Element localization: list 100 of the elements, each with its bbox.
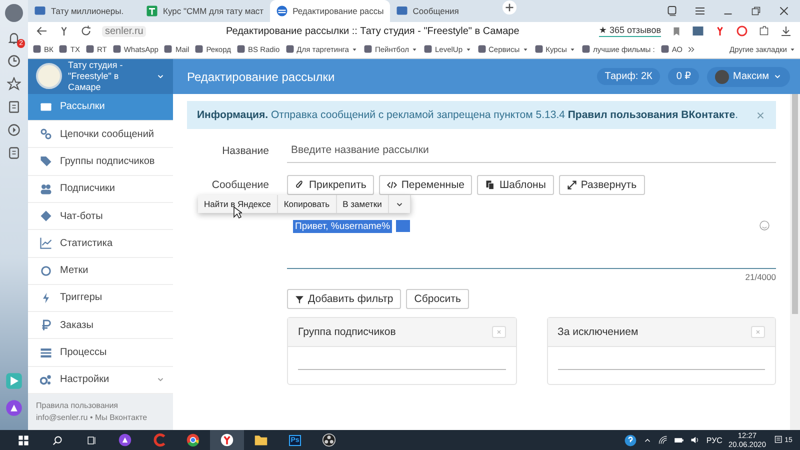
search-icon	[52, 434, 62, 446]
assistant-icon	[118, 433, 132, 447]
copy-icon	[485, 180, 496, 190]
expand-icon	[566, 180, 577, 190]
battery-icon[interactable]	[674, 435, 684, 445]
bookmark-favicon-icon	[194, 44, 204, 54]
language-indicator[interactable]: РУС	[706, 436, 722, 444]
toolbar-button[interactable]: Шаблоны	[477, 175, 554, 195]
browser-tab[interactable]: Редактирование рассы	[270, 0, 390, 22]
bookmark-favicon-icon	[112, 44, 122, 54]
browser-icon	[220, 433, 234, 447]
field-label: Сообщение	[210, 179, 269, 191]
separator: •	[90, 413, 93, 422]
filter-button[interactable]: Добавить фильтр	[287, 289, 402, 309]
dropdown-icon	[410, 46, 418, 52]
browser-tab[interactable]: Курс "СММ для тату маст	[140, 0, 270, 22]
scrollbar[interactable]	[790, 94, 800, 430]
collections-icon[interactable]	[666, 5, 678, 17]
download-icon[interactable]	[780, 25, 792, 37]
bookmark-icon[interactable]	[671, 26, 682, 36]
reviews-link[interactable]: ★ 365 отзывов	[598, 25, 661, 37]
bookmark-favicon-icon	[422, 44, 433, 54]
circle-icon	[40, 264, 52, 277]
extension-icon[interactable]	[714, 25, 726, 37]
panel-title: Группа подписчиков	[298, 326, 396, 338]
dropdown-icon	[789, 46, 796, 52]
dropdown-icon	[568, 46, 576, 52]
toolbar-button[interactable]: Переменные	[379, 175, 472, 195]
cleaner-icon	[152, 433, 166, 447]
network-icon[interactable]	[658, 435, 668, 445]
line-chart-icon	[40, 237, 52, 250]
email-link[interactable]: info@senler.ru	[36, 413, 88, 422]
dropdown-icon	[464, 46, 472, 52]
back-icon[interactable]	[36, 25, 48, 37]
profile-avatar[interactable]	[5, 4, 23, 22]
bell-icon[interactable]	[7, 31, 21, 45]
context-menu-item[interactable]: Копировать	[278, 195, 337, 213]
alert-text: Информация. Отправка сообщений с рекламой запрещена пунктом 5.13.4 Правил пользования ВКонтакте.	[197, 109, 740, 121]
vk-link[interactable]: Мы Вконтакте	[94, 413, 148, 422]
close-icon	[754, 328, 762, 336]
toolbar-button[interactable]: Развернуть	[558, 175, 645, 195]
link-icon	[40, 128, 52, 140]
users-icon	[40, 182, 52, 195]
address-field[interactable]: senler.ru	[102, 26, 146, 36]
ruble-icon	[40, 319, 52, 332]
bookmark-favicon-icon	[660, 44, 670, 54]
bookmark-favicon-icon	[32, 44, 42, 54]
star-icon[interactable]	[7, 77, 21, 91]
sidebar-item[interactable]: Рассылки	[28, 94, 173, 122]
folder-icon	[254, 433, 268, 447]
notification-icon	[774, 435, 784, 445]
obs-icon	[322, 433, 336, 447]
studio-logo	[36, 63, 62, 90]
dropdown-icon	[350, 46, 358, 52]
page-title: Редактирование рассылки :: Тату студия - "Freestyle" в Самаре	[225, 26, 520, 36]
paperclip-icon	[295, 180, 305, 190]
clock-icon[interactable]	[7, 54, 21, 68]
close-icon[interactable]	[778, 5, 790, 17]
code-icon	[387, 180, 398, 190]
taskbar-app[interactable]	[210, 430, 244, 450]
tariff-button[interactable]: Тариф: 2К	[596, 68, 660, 85]
section-title: Редактирование рассылки	[187, 70, 336, 84]
assistant-icon[interactable]	[5, 399, 23, 417]
tags-icon	[40, 155, 52, 168]
tab-favicon-icon	[396, 5, 408, 17]
volume-icon[interactable]	[690, 435, 700, 445]
extension-icon[interactable]	[736, 25, 748, 37]
field-label: Название	[221, 144, 269, 156]
menu-icon[interactable]	[694, 5, 706, 17]
play-icon[interactable]	[7, 123, 21, 137]
robot-icon	[40, 210, 52, 222]
restore-icon[interactable]	[750, 5, 762, 17]
bookmark-favicon-icon	[163, 44, 174, 54]
tab-favicon-icon	[146, 5, 158, 17]
toolbar-button[interactable]: Прикрепить	[287, 175, 374, 195]
browser-tab[interactable]: Сообщения	[390, 0, 502, 22]
chevron-icon[interactable]	[687, 44, 696, 54]
document-icon[interactable]	[7, 100, 21, 114]
panel-title: За исключением	[558, 326, 638, 338]
bookmark-favicon-icon	[84, 44, 95, 54]
extension-icon[interactable]	[692, 25, 704, 37]
puzzle-icon[interactable]	[758, 25, 770, 37]
text-selection	[396, 220, 410, 232]
chrome-icon	[186, 433, 200, 447]
context-menu-item[interactable]: В заметки	[336, 195, 389, 213]
emoji-icon[interactable]	[759, 220, 770, 231]
help-icon[interactable]	[624, 434, 638, 446]
bookmark-favicon-icon	[58, 44, 68, 54]
list-icon[interactable]	[7, 146, 21, 160]
bookmark-favicon-icon	[284, 44, 295, 54]
new-tab-icon[interactable]	[502, 0, 517, 15]
filter-button[interactable]: Сбросить	[406, 289, 469, 309]
reload-icon[interactable]	[80, 25, 92, 37]
balance-button[interactable]: 0 ₽	[668, 68, 700, 85]
character-counter: 21/4000	[744, 271, 776, 282]
envelope-icon	[40, 100, 52, 113]
bookmark-favicon-icon	[362, 44, 373, 54]
user-menu[interactable]: Максим	[707, 66, 790, 86]
browser-tab[interactable]: Тату миллионеры.	[28, 0, 140, 22]
rules-link[interactable]: Правила пользования	[36, 400, 165, 412]
